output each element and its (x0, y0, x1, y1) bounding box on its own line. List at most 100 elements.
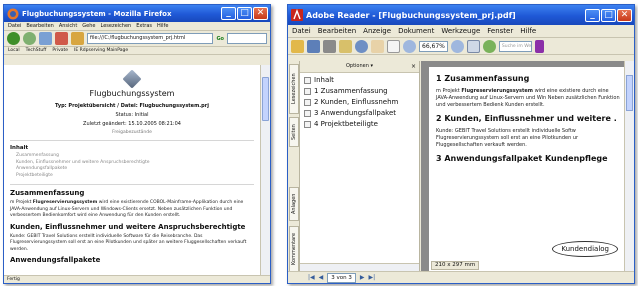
project-cube-icon (122, 69, 142, 89)
options-label: Optionen (345, 63, 369, 69)
tab-lesezeichen[interactable]: Lesezeichen (289, 64, 299, 114)
pdf-paragraph: Kunde: GEBIT Travel Solutions erstellt i… (436, 128, 579, 148)
tab-anlagen[interactable]: Anlagen (289, 187, 299, 221)
help-icon[interactable] (482, 39, 496, 53)
bookmark-page-icon (304, 120, 311, 128)
pdf-paragraph: m Projekt Flugreservierungssystem wird e… (436, 88, 620, 108)
minimize-button[interactable]: _ (585, 8, 600, 22)
horizontal-scrollbar[interactable] (300, 263, 419, 271)
maximize-button[interactable]: □ (237, 7, 252, 20)
first-page-icon[interactable]: |◀ (308, 274, 315, 281)
bookmark-item[interactable]: IE Rdpserving MainPage (74, 48, 128, 53)
toc-list: Zusammenfassung Kunden, Einflussnehmer u… (10, 153, 254, 179)
bookmark-item[interactable]: TechStuff (26, 48, 47, 53)
minimize-button[interactable]: _ (221, 7, 236, 20)
bookmark-item[interactable]: 1 Zusammenfassung (304, 87, 419, 95)
menu-werkzeuge[interactable]: Werkzeuge (441, 27, 480, 35)
menu-ansicht[interactable]: Ansicht (59, 23, 77, 29)
vertical-scrollbar[interactable] (624, 61, 634, 271)
save-icon[interactable] (307, 39, 320, 53)
menu-dokument[interactable]: Dokument (398, 27, 434, 35)
bookmark-page-icon (304, 87, 311, 95)
print-icon[interactable] (323, 39, 336, 53)
scrollbar-thumb[interactable] (626, 75, 633, 111)
firefox-window: Flugbuchungssystem - Mozilla Firefox _ □… (3, 4, 271, 284)
type-line: Typ: Projektübersicht / Datei: Flugbuchu… (55, 103, 209, 109)
kundendialog-callout: Kundendialog (552, 241, 618, 257)
firefox-titlebar[interactable]: Flugbuchungssystem - Mozilla Firefox _ □… (4, 5, 270, 22)
home-icon[interactable] (71, 32, 84, 45)
open-icon[interactable] (291, 39, 304, 53)
zoom-in-icon[interactable] (450, 39, 464, 53)
menu-lesezeichen[interactable]: Lesezeichen (101, 23, 132, 29)
close-panel-icon[interactable]: × (411, 61, 416, 72)
menu-hilfe[interactable]: Hilfe (157, 23, 168, 29)
page-number-field[interactable]: 3 von 3 (327, 272, 356, 283)
pdf-heading: 1 Zusammenfassung (436, 74, 530, 83)
firefox-navigation-toolbar: file:///C:/flugbuchungssystem_prj.html G… (4, 31, 270, 47)
tab-kommentare[interactable]: Kommentare (289, 226, 299, 272)
menu-gehe[interactable]: Gehe (82, 23, 95, 29)
vertical-scrollbar[interactable] (260, 65, 270, 275)
firefox-logo-icon (7, 8, 19, 19)
search-icon[interactable] (355, 39, 368, 53)
zoom-out-icon[interactable] (403, 39, 416, 53)
zoom-level-field[interactable]: 66,67% (419, 40, 448, 52)
toc-link[interactable]: Projektbeteiligte (16, 173, 254, 180)
menu-datei[interactable]: Datei (8, 23, 21, 29)
firefox-window-title: Flugbuchungssystem - Mozilla Firefox (22, 9, 172, 18)
tab-seiten[interactable]: Seiten (289, 117, 299, 147)
section-heading: Kunden, Einflussnehmer und weitere Anspr… (10, 222, 246, 231)
menu-bearbeiten[interactable]: Bearbeiten (26, 23, 53, 29)
summary-paragraph: m Projekt Flugreservierungssystem wird e… (10, 200, 244, 218)
bookmark-item[interactable]: Private (52, 48, 68, 53)
bookmark-page-icon (304, 76, 311, 84)
menu-anzeige[interactable]: Anzeige (363, 27, 391, 35)
bookmark-item[interactable]: 2 Kunden, Einflussnehm (304, 98, 419, 106)
url-input[interactable]: file:///C:/flugbuchungssystem_prj.html (87, 33, 214, 44)
hand-tool-icon[interactable] (371, 39, 384, 53)
select-tool-icon[interactable] (387, 39, 400, 53)
reload-icon[interactable] (39, 32, 52, 45)
divider (10, 140, 254, 141)
bookmark-item[interactable]: 4 Projektbeteiligte (304, 120, 419, 128)
reader-toolbar: 66,67% Suche im Web (288, 38, 634, 55)
go-button[interactable]: Go (216, 36, 224, 42)
bookmark-item[interactable]: 3 Anwendungsfallpaket (304, 109, 419, 117)
menu-fenster[interactable]: Fenster (487, 27, 513, 35)
close-button[interactable]: ✕ (617, 8, 632, 22)
previous-page-icon[interactable]: ◀ (319, 274, 324, 281)
divider (10, 184, 254, 185)
document-view: 1 Zusammenfassung m Projekt Flugreservie… (421, 61, 624, 271)
menu-extras[interactable]: Extras (136, 23, 152, 29)
bookmark-page-icon (304, 109, 311, 117)
bookmark-item[interactable]: Inhalt (304, 76, 419, 84)
page-size-indicator: 210 x 297 mm (431, 261, 480, 270)
pdf-page: 1 Zusammenfassung m Projekt Flugreservie… (429, 67, 624, 271)
next-page-icon[interactable]: ▶ (360, 274, 365, 281)
web-search-input[interactable]: Suche im Web (498, 40, 532, 52)
back-icon[interactable] (7, 32, 20, 45)
menu-datei[interactable]: Datei (292, 27, 311, 35)
reader-titlebar[interactable]: Adobe Reader - [Flugbuchungssystem_prj.p… (288, 5, 634, 25)
email-icon[interactable] (339, 39, 352, 53)
forward-icon[interactable] (23, 32, 36, 45)
page-title: Flugbuchungssystem (89, 89, 175, 98)
stop-icon[interactable] (55, 32, 68, 45)
navigation-tabs: Lesezeichen Seiten Anlagen Kommentare (288, 61, 300, 272)
menu-bearbeiten[interactable]: Bearbeiten (318, 27, 356, 35)
fit-page-icon[interactable] (466, 39, 480, 53)
inhalt-heading: Inhalt (10, 145, 29, 151)
yahoo-icon[interactable] (534, 39, 544, 53)
maximize-button[interactable]: □ (601, 8, 616, 22)
search-input[interactable] (227, 33, 267, 44)
freigabe-link[interactable]: Freigabezustände (10, 130, 254, 135)
bookmarks-panel: Optionen ▾ × Inhalt 1 Zusammenfassung 2 K… (300, 61, 420, 271)
close-button[interactable]: ✕ (253, 7, 268, 20)
bookmark-item[interactable]: Local (8, 48, 20, 53)
scrollbar-thumb[interactable] (262, 77, 269, 121)
menu-hilfe[interactable]: Hilfe (520, 27, 536, 35)
firefox-menubar: Datei Bearbeiten Ansicht Gehe Lesezeiche… (4, 22, 270, 31)
last-page-icon[interactable]: ▶| (369, 274, 376, 281)
options-menu[interactable]: Optionen ▾ × (300, 61, 419, 73)
